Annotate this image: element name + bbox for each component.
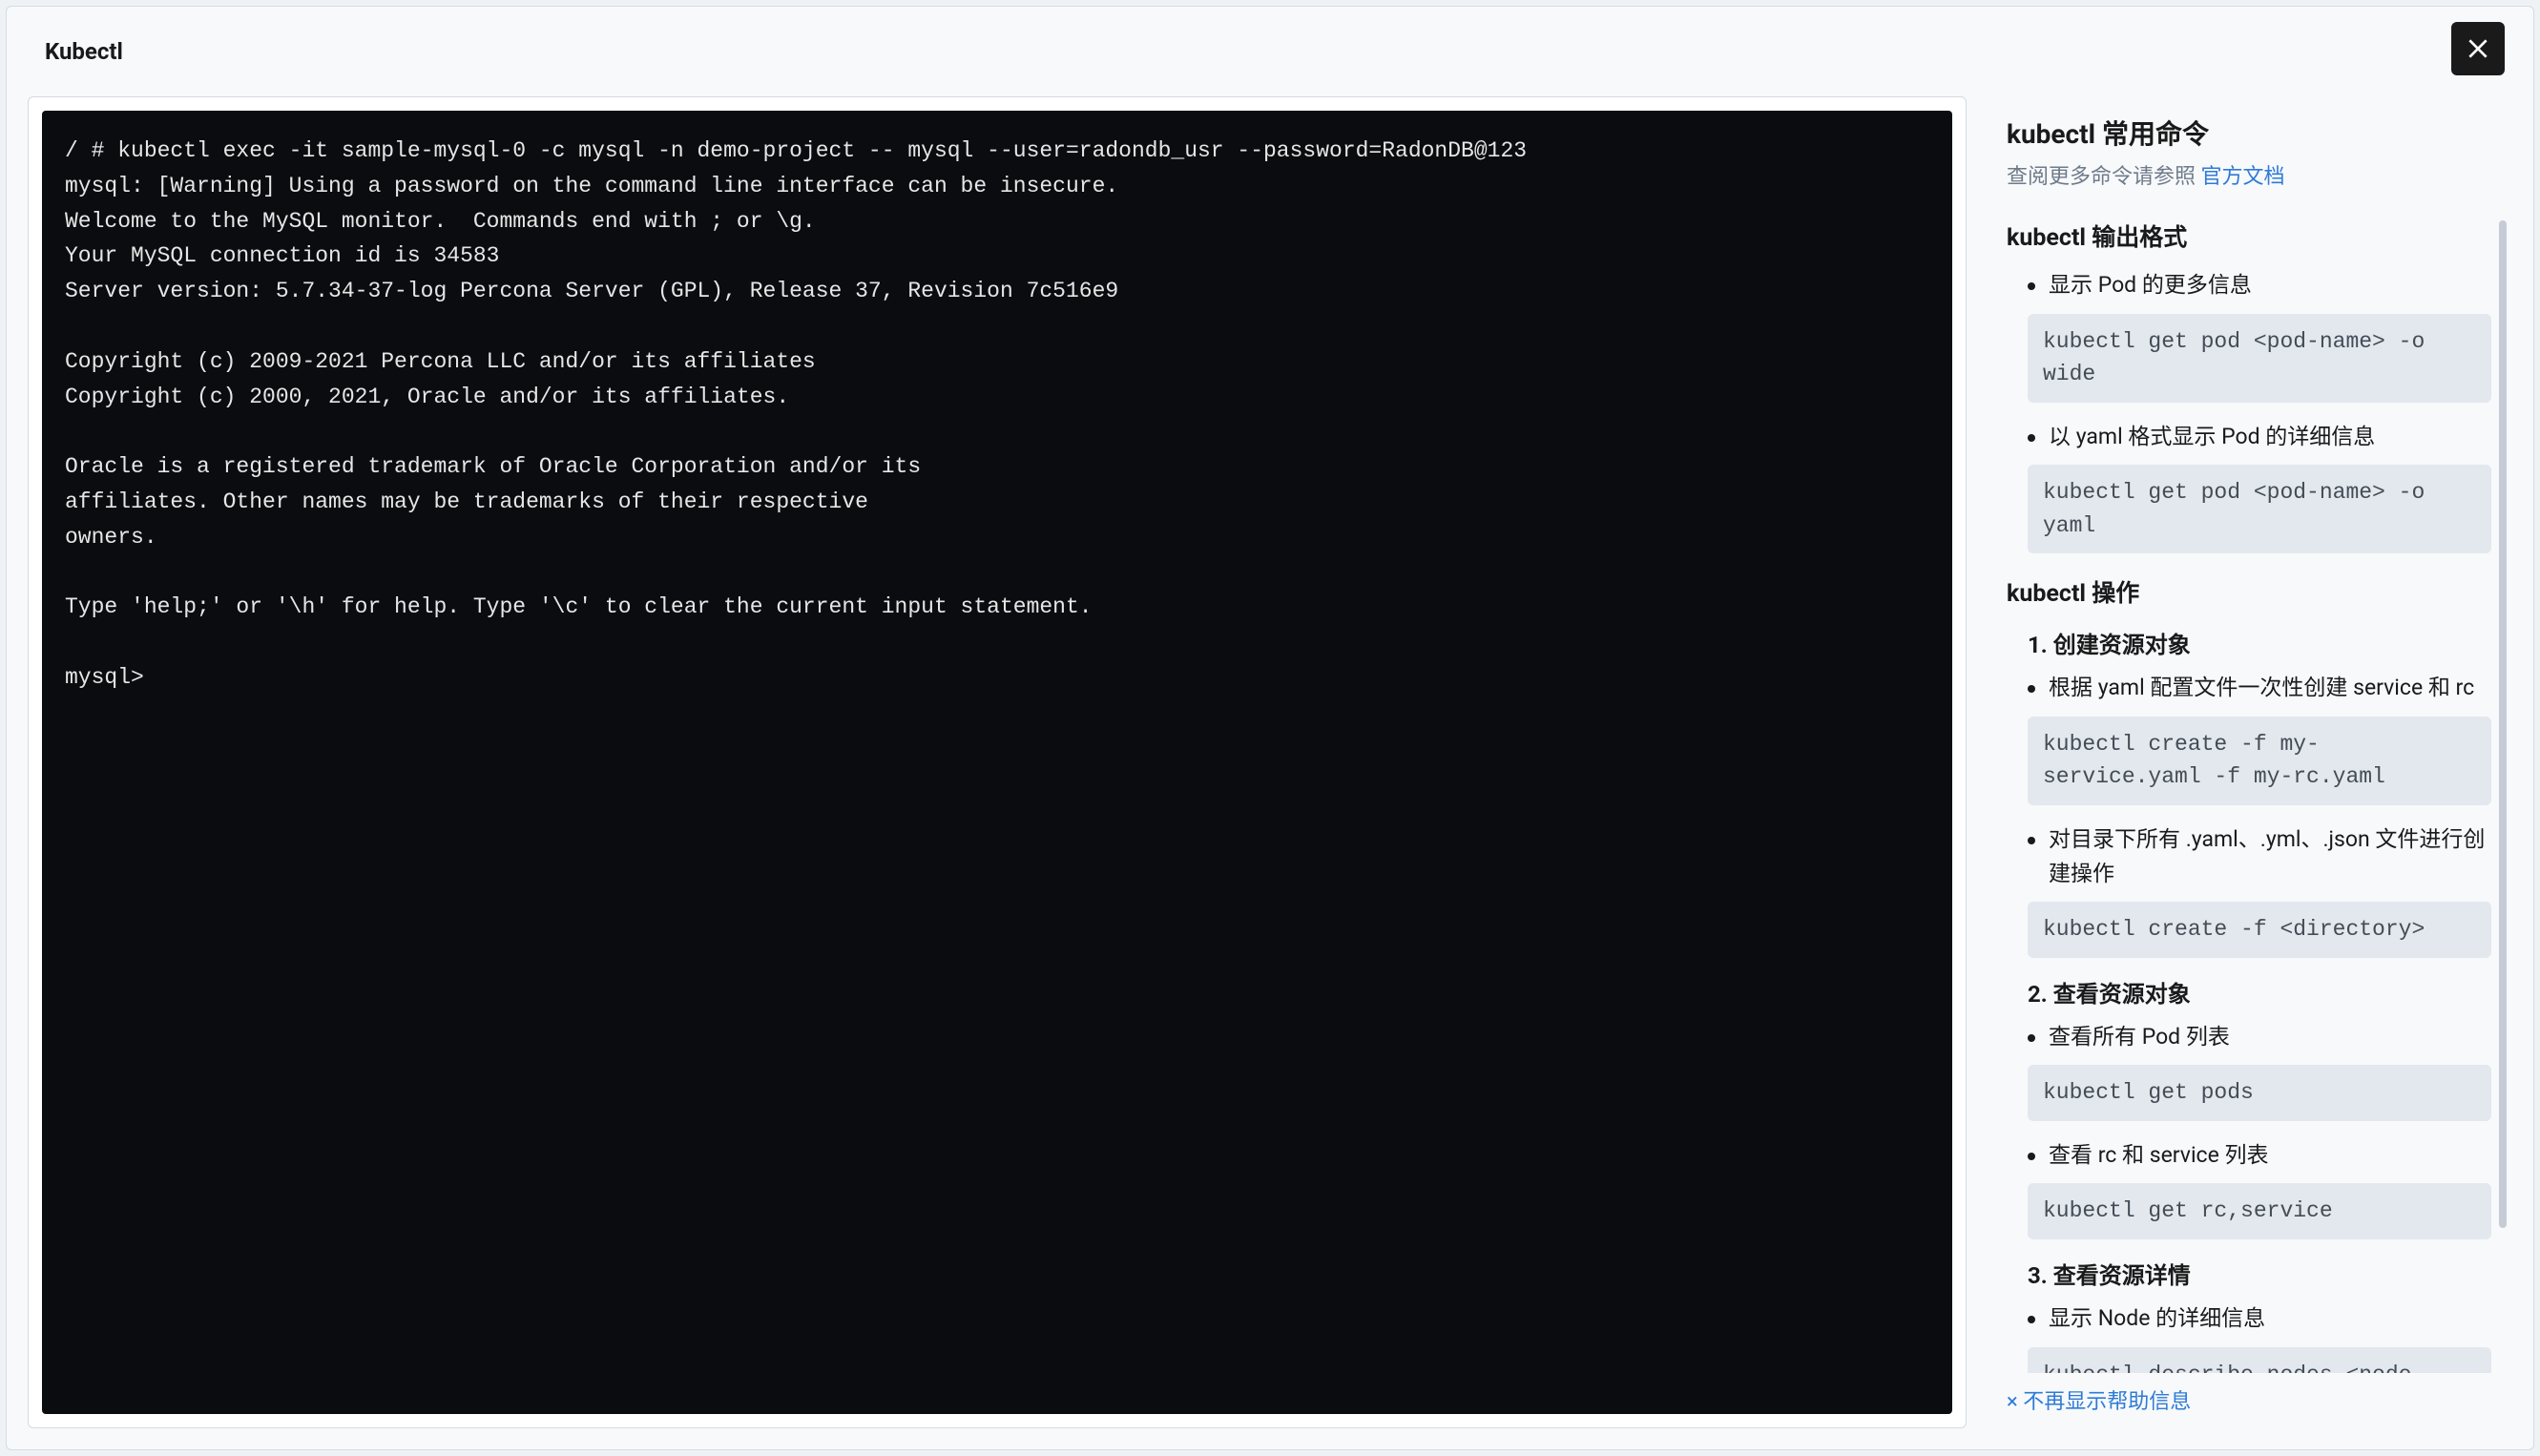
help-subtitle-text: 查阅更多命令请参照	[2007, 165, 2200, 189]
item-desc: 显示 Pod 的更多信息	[2049, 272, 2252, 298]
item-desc: 显示 Node 的详细信息	[2049, 1305, 2265, 1331]
help-panel: kubectl 常用命令 查阅更多命令请参照 官方文档 kubectl 输出格式…	[1986, 96, 2512, 1428]
code-block: kubectl describe nodes <node-name>	[2028, 1347, 2491, 1373]
terminal-panel: / # kubectl exec -it sample-mysql-0 -c m…	[28, 96, 1967, 1428]
code-block: kubectl create -f <directory>	[2028, 902, 2491, 958]
ops-item-list: 查看所有 Pod 列表	[2007, 1020, 2491, 1054]
item-desc: 根据 yaml 配置文件一次性创建 service 和 rc	[2049, 675, 2474, 700]
code-block: kubectl get pods	[2028, 1065, 2491, 1121]
item-desc: 对目录下所有 .yaml、.yml、.json 文件进行创建操作	[2049, 826, 2485, 886]
section-ops-heading: kubectl 操作	[2007, 574, 2491, 609]
ops-item-list: 对目录下所有 .yaml、.yml、.json 文件进行创建操作	[2007, 822, 2491, 890]
help-subtitle: 查阅更多命令请参照 官方文档	[2007, 159, 2491, 190]
kubectl-modal: Kubectl / # kubectl exec -it sample-mysq…	[6, 6, 2534, 1450]
help-title: kubectl 常用命令	[2007, 114, 2491, 152]
help-scroll[interactable]: kubectl 常用命令 查阅更多命令请参照 官方文档 kubectl 输出格式…	[1986, 96, 2512, 1373]
modal-header: Kubectl	[7, 7, 2533, 96]
close-icon	[2466, 36, 2490, 61]
close-button[interactable]	[2451, 22, 2505, 75]
list-item: 显示 Pod 的更多信息	[2028, 268, 2491, 302]
output-item-list: 显示 Pod 的更多信息	[2007, 268, 2491, 302]
code-block: kubectl get pod <pod-name> -o yaml	[2028, 465, 2491, 553]
list-item: 显示 Node 的详细信息	[2028, 1301, 2491, 1336]
section-output-heading: kubectl 输出格式	[2007, 218, 2491, 253]
group-heading: 3. 查看资源详情	[2028, 1257, 2491, 1290]
ops-item-list: 查看 rc 和 service 列表	[2007, 1138, 2491, 1173]
list-item: 对目录下所有 .yaml、.yml、.json 文件进行创建操作	[2028, 822, 2491, 890]
code-block: kubectl get rc,service	[2028, 1183, 2491, 1239]
list-item: 查看所有 Pod 列表	[2028, 1020, 2491, 1054]
item-desc: 查看 rc 和 service 列表	[2049, 1142, 2268, 1168]
item-desc: 查看所有 Pod 列表	[2049, 1024, 2230, 1050]
dismiss-help-link[interactable]: × 不再显示帮助信息	[2007, 1390, 2191, 1414]
help-footer: × 不再显示帮助信息	[1986, 1373, 2512, 1428]
official-docs-link[interactable]: 官方文档	[2200, 165, 2284, 189]
item-desc: 以 yaml 格式显示 Pod 的详细信息	[2049, 424, 2375, 449]
ops-item-list: 根据 yaml 配置文件一次性创建 service 和 rc	[2007, 671, 2491, 705]
scrollbar-thumb[interactable]	[2499, 220, 2507, 1228]
code-block: kubectl create -f my-service.yaml -f my-…	[2028, 717, 2491, 805]
output-item-list: 以 yaml 格式显示 Pod 的详细信息	[2007, 420, 2491, 454]
modal-body: / # kubectl exec -it sample-mysql-0 -c m…	[7, 96, 2533, 1449]
terminal[interactable]: / # kubectl exec -it sample-mysql-0 -c m…	[42, 111, 1952, 1414]
code-block: kubectl get pod <pod-name> -o wide	[2028, 314, 2491, 403]
modal-title: Kubectl	[45, 38, 123, 65]
list-item: 查看 rc 和 service 列表	[2028, 1138, 2491, 1173]
list-item: 以 yaml 格式显示 Pod 的详细信息	[2028, 420, 2491, 454]
scrollbar-track[interactable]	[2499, 220, 2507, 1405]
ops-item-list: 显示 Node 的详细信息	[2007, 1301, 2491, 1336]
group-heading: 1. 创建资源对象	[2028, 626, 2491, 659]
list-item: 根据 yaml 配置文件一次性创建 service 和 rc	[2028, 671, 2491, 705]
group-heading: 2. 查看资源对象	[2028, 975, 2491, 1009]
